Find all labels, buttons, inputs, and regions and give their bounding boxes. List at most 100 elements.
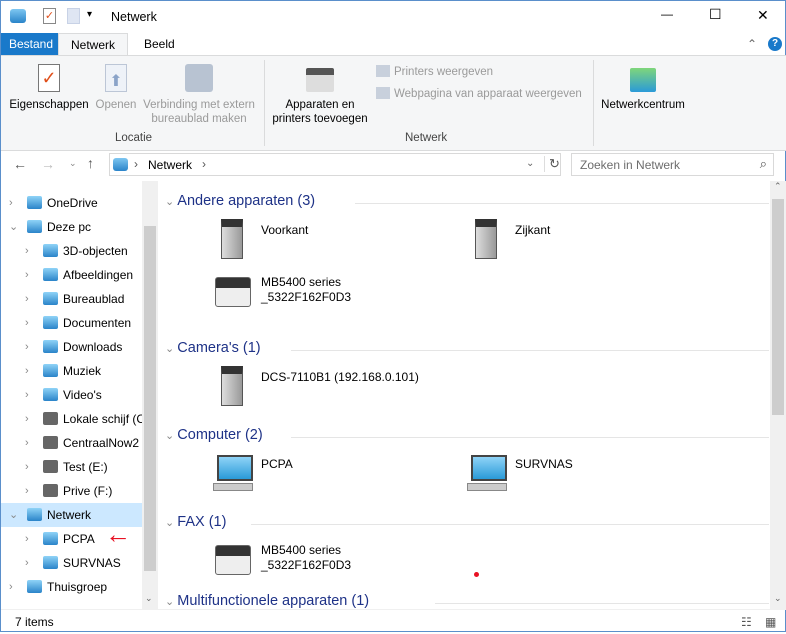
- chevron-right-icon[interactable]: ›: [25, 383, 29, 407]
- nav-item-icon: [43, 292, 58, 305]
- title-bar: ✓ ▾ Netwerk — ☐ ✕: [1, 1, 786, 33]
- tab-netwerk[interactable]: Netwerk: [58, 33, 129, 56]
- nav-item[interactable]: ⌄ Deze pc: [1, 215, 142, 239]
- eigenschappen-button[interactable]: ✓ Eigenschappen: [7, 64, 91, 112]
- nav-item-label: Video's: [63, 388, 102, 402]
- device-name: DCS-7110B1 (192.168.0.101): [261, 370, 419, 384]
- back-button[interactable]: ←: [13, 156, 27, 172]
- open-icon: ⬆: [105, 64, 127, 92]
- chevron-right-icon[interactable]: ›: [25, 431, 29, 455]
- chevron-down-icon[interactable]: ⌄: [9, 215, 18, 239]
- chevron-right-icon[interactable]: ›: [25, 551, 29, 575]
- nav-item[interactable]: › Test (E:): [1, 455, 142, 479]
- item-count: 7 items: [15, 615, 54, 629]
- up-button[interactable]: ↑: [87, 155, 94, 171]
- chevron-down-icon[interactable]: ⌄: [165, 196, 177, 208]
- group-header[interactable]: ⌄ Andere apparaten (3): [165, 193, 769, 213]
- refresh-icon[interactable]: ↻: [544, 156, 560, 172]
- webpagina-button[interactable]: Webpagina van apparaat weergeven: [376, 87, 582, 100]
- chevron-right-icon[interactable]: ›: [9, 575, 13, 599]
- chevron-right-icon[interactable]: ›: [25, 359, 29, 383]
- nav-item[interactable]: › Afbeeldingen: [1, 263, 142, 287]
- collapse-ribbon-icon[interactable]: ⌃: [747, 37, 757, 51]
- chevron-right-icon[interactable]: ›: [25, 455, 29, 479]
- annotation-arrow: ←: [105, 519, 131, 549]
- chevron-down-icon[interactable]: ⌄: [165, 517, 177, 529]
- nav-item[interactable]: › Muziek: [1, 359, 142, 383]
- device-item[interactable]: Zijkant: [465, 219, 705, 269]
- annotation-dot: [474, 572, 479, 577]
- content-pane: ⌄ Andere apparaten (3) Voorkant Zijkant MB5…: [159, 181, 771, 609]
- device-item[interactable]: Voorkant: [211, 219, 451, 269]
- nav-item[interactable]: › SURVNAS: [1, 551, 142, 575]
- tab-beeld[interactable]: Beeld: [132, 33, 187, 56]
- help-icon[interactable]: ?: [768, 37, 782, 51]
- breadcrumb-chevron-icon[interactable]: ›: [202, 157, 206, 171]
- netwerkcentrum-button[interactable]: Netwerkcentrum: [597, 68, 689, 112]
- nav-item[interactable]: › Thuisgroep: [1, 575, 142, 599]
- nav-scrollbar[interactable]: ⌄: [142, 181, 158, 609]
- nav-item[interactable]: › Lokale schijf (C:): [1, 407, 142, 431]
- address-dropdown-icon[interactable]: ⌄: [526, 158, 534, 169]
- forward-button[interactable]: →: [41, 156, 55, 172]
- add-devices-button[interactable]: Apparaten en printers toevoegen: [268, 68, 372, 126]
- nav-item[interactable]: › Bureaublad: [1, 287, 142, 311]
- chevron-right-icon[interactable]: ›: [9, 191, 13, 215]
- nav-item-icon: [43, 316, 58, 329]
- chevron-down-icon[interactable]: ⌄: [165, 596, 177, 608]
- chevron-down-icon[interactable]: ⌄: [165, 343, 177, 355]
- chevron-right-icon[interactable]: ›: [25, 479, 29, 503]
- nav-item[interactable]: › OneDrive: [1, 191, 142, 215]
- device-name: PCPA: [261, 457, 293, 471]
- nav-item[interactable]: › CentraalNow2 (D:): [1, 431, 142, 455]
- group-header[interactable]: ⌄ Multifunctionele apparaten (1): [165, 593, 769, 609]
- group-header[interactable]: ⌄ FAX (1): [165, 514, 769, 534]
- chevron-right-icon[interactable]: ›: [25, 407, 29, 431]
- printers-weergeven-button[interactable]: Printers weergeven: [376, 65, 493, 78]
- group-header[interactable]: ⌄ Computer (2): [165, 427, 769, 447]
- recent-locations-button[interactable]: ⌄: [69, 158, 77, 169]
- nav-item-icon: [43, 556, 58, 569]
- device-item[interactable]: PCPA: [211, 453, 451, 503]
- minimize-button[interactable]: —: [661, 7, 673, 21]
- chevron-right-icon[interactable]: ›: [25, 311, 29, 335]
- group-title: Andere apparaten (3): [177, 193, 316, 209]
- breadcrumb-chevron-icon[interactable]: ›: [134, 157, 138, 171]
- nav-item[interactable]: › Documenten: [1, 311, 142, 335]
- group-header[interactable]: ⌄ Camera's (1): [165, 340, 769, 360]
- details-view-button[interactable]: ☷: [741, 610, 752, 634]
- device-name: MB5400 series _5322F162F0D3: [261, 543, 352, 572]
- nav-item-label: Downloads: [63, 340, 123, 354]
- chevron-down-icon[interactable]: ⌄: [9, 503, 18, 527]
- maximize-button[interactable]: ☐: [709, 6, 722, 23]
- address-bar[interactable]: › Netwerk › ⌄ ↻: [109, 153, 561, 176]
- chevron-down-icon[interactable]: ⌄: [165, 430, 177, 442]
- chevron-right-icon[interactable]: ›: [25, 239, 29, 263]
- properties-quick-icon[interactable]: ✓: [43, 8, 56, 24]
- tab-bestand[interactable]: Bestand: [1, 33, 62, 56]
- openen-button[interactable]: ⬆ Openen: [93, 64, 139, 112]
- nav-item-icon: [43, 244, 58, 257]
- customize-quick-access-icon[interactable]: ▾: [87, 9, 92, 20]
- content-scrollbar[interactable]: ⌃ ⌄: [770, 181, 786, 609]
- device-item[interactable]: SURVNAS: [465, 453, 705, 503]
- breadcrumb-netwerk[interactable]: Netwerk: [148, 158, 192, 172]
- nav-item[interactable]: › Downloads: [1, 335, 142, 359]
- search-input[interactable]: Zoeken in Netwerk ⌕: [571, 153, 774, 176]
- chevron-right-icon[interactable]: ›: [25, 335, 29, 359]
- device-item[interactable]: MB5400 series _5322F162F0D3: [211, 539, 451, 589]
- chevron-right-icon[interactable]: ›: [25, 287, 29, 311]
- chevron-right-icon[interactable]: ›: [25, 527, 29, 551]
- device-item[interactable]: DCS-7110B1 (192.168.0.101): [211, 366, 451, 416]
- remote-desktop-button[interactable]: Verbinding met extern bureaublad maken: [139, 64, 259, 126]
- device-item[interactable]: MB5400 series _5322F162F0D3: [211, 271, 451, 321]
- group-title: Multifunctionele apparaten (1): [177, 593, 370, 609]
- nav-item[interactable]: › Video's: [1, 383, 142, 407]
- new-folder-quick-icon[interactable]: [67, 8, 80, 24]
- nav-item[interactable]: › 3D-objecten: [1, 239, 142, 263]
- device-icon: [221, 366, 243, 406]
- close-button[interactable]: ✕: [757, 7, 769, 24]
- chevron-right-icon[interactable]: ›: [25, 263, 29, 287]
- nav-item[interactable]: › Prive (F:): [1, 479, 142, 503]
- large-icons-view-button[interactable]: ▦: [765, 610, 776, 634]
